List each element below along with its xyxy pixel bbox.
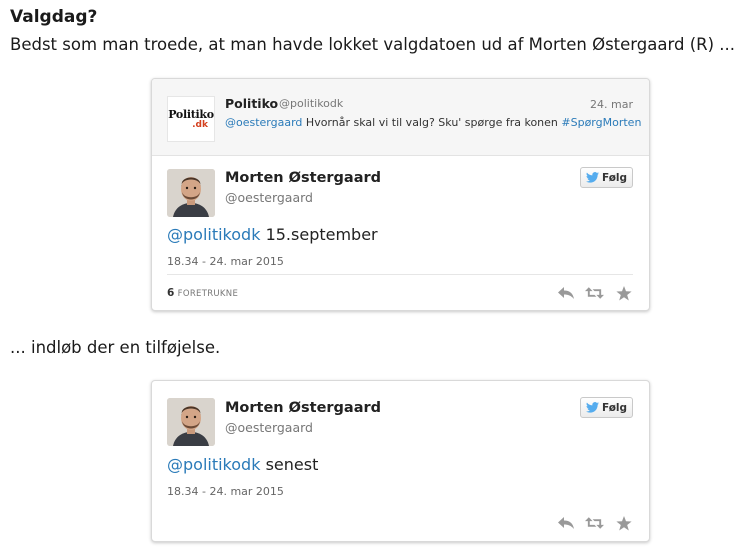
tweet-body: 15.september [265, 225, 378, 244]
follow-label: Følg [601, 171, 628, 184]
quoted-tweet-text: @oestergaard Hvornår skal vi til valg? S… [225, 116, 641, 129]
favorites-count[interactable]: 6 FORETRUKNE [167, 287, 238, 299]
hashtag-link[interactable]: #SpørgMorten [561, 116, 641, 129]
quoted-tweet[interactable]: Politiko .dk Politiko @politikodk 24. ma… [152, 79, 649, 156]
mention-link[interactable]: @politikodk [167, 455, 260, 474]
author-name[interactable]: Morten Østergaard [225, 400, 381, 416]
tweet-text: @politikodk senest [167, 455, 318, 474]
tweet-timestamp[interactable]: 18.34 - 24. mar 2015 [167, 255, 284, 268]
reply-icon[interactable] [556, 515, 575, 531]
intro-paragraph: Bedst som man troede, at man havde lokke… [10, 35, 736, 54]
tweet-timestamp[interactable]: 18.34 - 24. mar 2015 [167, 485, 284, 498]
quoted-author-handle[interactable]: @politikodk [279, 97, 343, 110]
reply-icon[interactable] [556, 285, 575, 301]
quoted-body: Hvornår skal vi til valg? Sku' spørge fr… [305, 116, 558, 129]
embedded-tweet-1[interactable]: Politiko .dk Politiko @politikodk 24. ma… [151, 78, 650, 311]
follow-button[interactable]: Følg [580, 167, 633, 188]
favorite-icon[interactable] [614, 285, 633, 301]
tweet-body: senest [265, 455, 319, 474]
tweet-divider [167, 274, 633, 275]
quoted-mention-link[interactable]: @oestergaard [225, 116, 302, 129]
author-avatar[interactable] [167, 169, 215, 217]
logo-text: Politiko [168, 107, 214, 121]
favorite-icon[interactable] [614, 515, 633, 531]
mention-link[interactable]: @politikodk [167, 225, 260, 244]
author-avatar[interactable] [167, 398, 215, 446]
tweet-text: @politikodk 15.september [167, 225, 378, 244]
fav-label: FORETRUKNE [177, 289, 239, 299]
twitter-bird-icon [585, 172, 599, 183]
embedded-tweet-2[interactable]: Morten Østergaard @oestergaard Følg @pol… [151, 380, 650, 542]
quoted-author-name[interactable]: Politiko [225, 96, 278, 111]
author-name[interactable]: Morten Østergaard [225, 170, 381, 186]
fav-number: 6 [167, 287, 175, 299]
tweet-actions [556, 515, 633, 531]
tweet-actions [556, 285, 633, 301]
quoted-tweet-date[interactable]: 24. mar [590, 98, 633, 111]
logo-suffix: .dk [192, 119, 208, 130]
follow-button[interactable]: Følg [580, 397, 633, 418]
author-handle[interactable]: @oestergaard [225, 190, 313, 205]
author-handle[interactable]: @oestergaard [225, 420, 313, 435]
politiko-logo[interactable]: Politiko .dk [167, 96, 215, 142]
follow-label: Følg [601, 401, 628, 414]
twitter-bird-icon [585, 402, 599, 413]
post-heading: Valgdag? [10, 7, 98, 27]
transition-paragraph: ... indløb der en tilføjelse. [10, 338, 221, 357]
retweet-icon[interactable] [585, 285, 604, 301]
retweet-icon[interactable] [585, 515, 604, 531]
